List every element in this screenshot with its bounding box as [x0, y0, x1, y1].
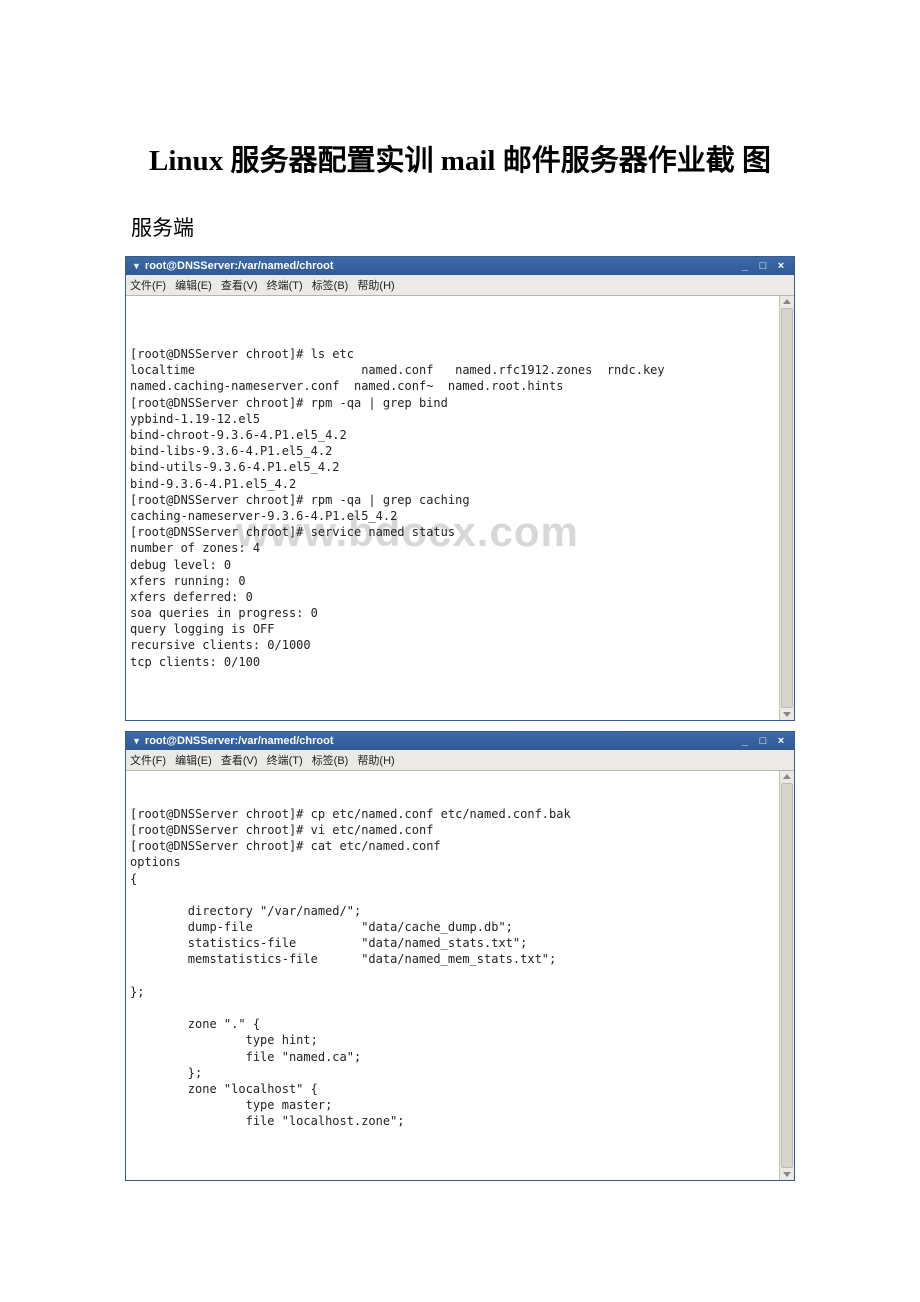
menu-terminal[interactable]: 终端(T): [267, 280, 303, 292]
scroll-up-icon[interactable]: [783, 299, 791, 304]
menu-file[interactable]: 文件(F): [130, 280, 166, 292]
scroll-up-icon[interactable]: [783, 774, 791, 779]
menu-tabs[interactable]: 标签(B): [312, 280, 349, 292]
maximize-icon[interactable]: □: [756, 260, 770, 272]
maximize-icon[interactable]: □: [756, 735, 770, 747]
minimize-icon[interactable]: _: [738, 735, 752, 747]
menu-bar[interactable]: 文件(F) 编辑(E) 查看(V) 终端(T) 标签(B) 帮助(H): [126, 750, 794, 771]
terminal-output: [root@DNSServer chroot]# ls etc localtim…: [130, 346, 790, 670]
titlebar: ▼ root@DNSServer:/var/named/chroot _ □ ×: [126, 732, 794, 750]
menu-tabs[interactable]: 标签(B): [312, 755, 349, 767]
menu-file[interactable]: 文件(F): [130, 755, 166, 767]
terminal-output: [root@DNSServer chroot]# cp etc/named.co…: [130, 806, 790, 1130]
menu-view[interactable]: 查看(V): [221, 280, 258, 292]
titlebar: ▼ root@DNSServer:/var/named/chroot _ □ ×: [126, 257, 794, 275]
scroll-down-icon[interactable]: [783, 712, 791, 717]
document-page: Linux 服务器配置实训 mail 邮件服务器作业截 图 服务端 ▼ root…: [0, 0, 920, 1251]
menu-terminal[interactable]: 终端(T): [267, 755, 303, 767]
window-title: root@DNSServer:/var/named/chroot: [145, 735, 334, 747]
terminal-body: [root@DNSServer chroot]# cp etc/named.co…: [126, 771, 794, 1180]
menu-edit[interactable]: 编辑(E): [175, 755, 212, 767]
menu-help[interactable]: 帮助(H): [357, 280, 394, 292]
menu-help[interactable]: 帮助(H): [357, 755, 394, 767]
terminal-window-1: ▼ root@DNSServer:/var/named/chroot _ □ ×…: [125, 256, 795, 722]
page-title: Linux 服务器配置实训 mail 邮件服务器作业截 图: [125, 140, 795, 184]
menu-edit[interactable]: 编辑(E): [175, 280, 212, 292]
scroll-down-icon[interactable]: [783, 1172, 791, 1177]
window-title: root@DNSServer:/var/named/chroot: [145, 260, 334, 272]
window-menu-icon: ▼: [132, 736, 141, 746]
close-icon[interactable]: ×: [774, 735, 788, 747]
menu-view[interactable]: 查看(V): [221, 755, 258, 767]
menu-bar[interactable]: 文件(F) 编辑(E) 查看(V) 终端(T) 标签(B) 帮助(H): [126, 275, 794, 296]
terminal-window-2: ▼ root@DNSServer:/var/named/chroot _ □ ×…: [125, 731, 795, 1181]
section-heading: 服务端: [131, 212, 795, 242]
window-menu-icon: ▼: [132, 261, 141, 271]
terminal-body: www.bdocx.com [root@DNSServer chroot]# l…: [126, 296, 794, 721]
minimize-icon[interactable]: _: [738, 260, 752, 272]
close-icon[interactable]: ×: [774, 260, 788, 272]
